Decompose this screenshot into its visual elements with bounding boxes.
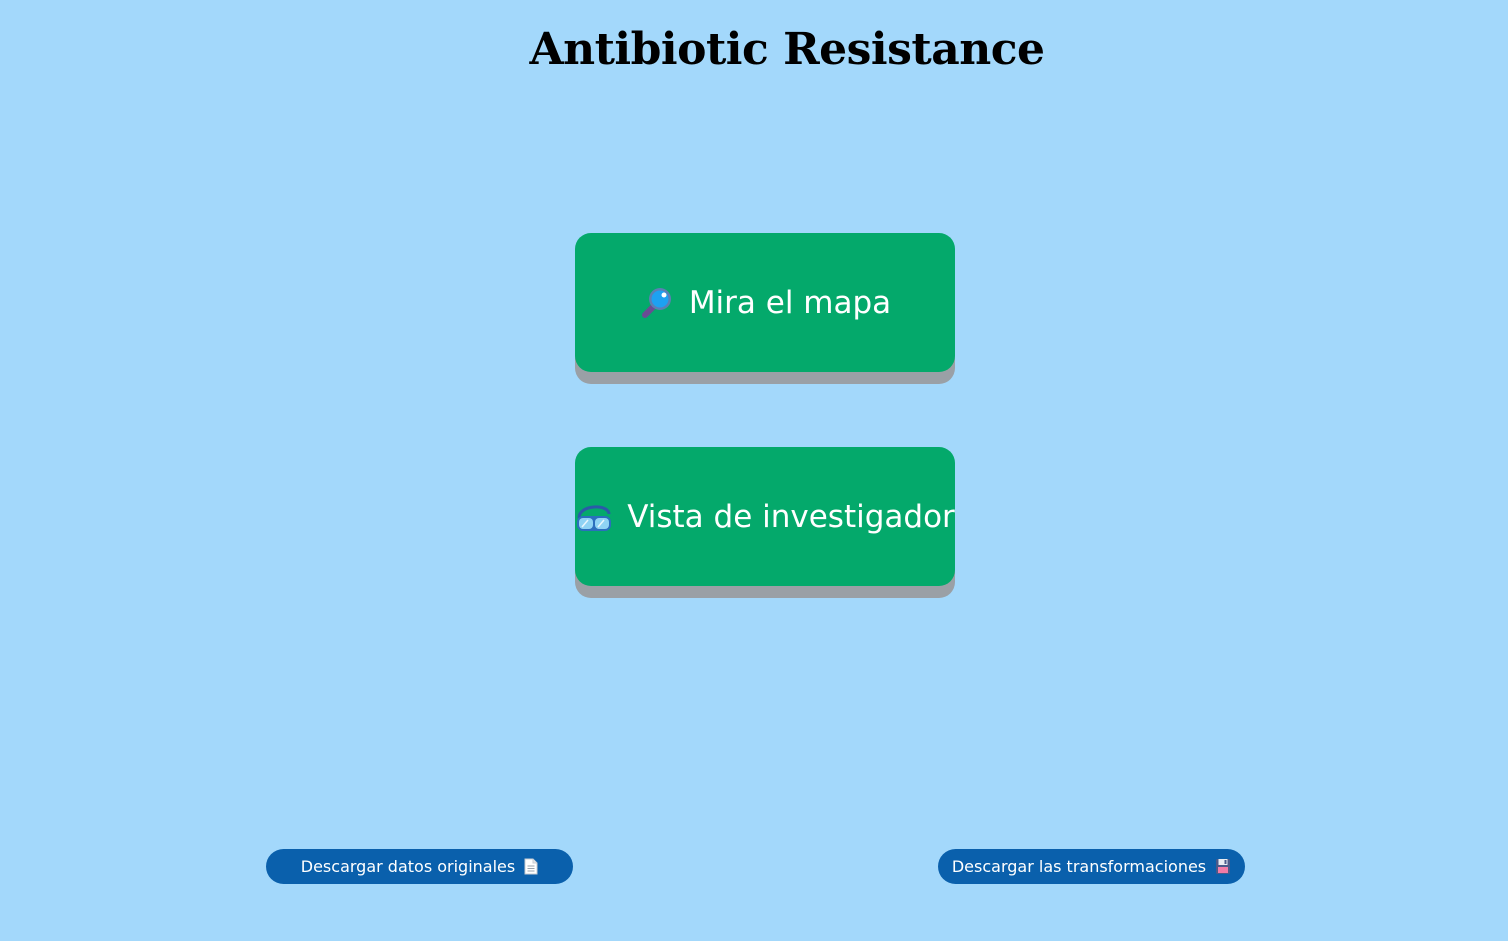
- goggles-icon: [575, 500, 613, 534]
- researcher-view-button[interactable]: Vista de investigador: [575, 447, 955, 586]
- header: Antibiotic Resistance: [0, 0, 1508, 100]
- download-original-data-button[interactable]: Descargar datos originales: [266, 849, 573, 884]
- document-icon: [524, 858, 538, 875]
- download-original-label: Descargar datos originales: [300, 857, 516, 876]
- researcher-view-label: Vista de investigador: [627, 498, 955, 535]
- page-title: Antibiotic Resistance: [529, 24, 1045, 75]
- magnifying-glass-icon: [639, 286, 675, 320]
- view-map-label: Mira el mapa: [688, 284, 892, 321]
- download-transformations-button[interactable]: Descargar las transformaciones: [938, 849, 1245, 884]
- floppy-disk-icon: [1215, 858, 1231, 875]
- view-map-button[interactable]: Mira el mapa: [575, 233, 955, 372]
- download-transformations-label: Descargar las transformaciones: [951, 857, 1207, 876]
